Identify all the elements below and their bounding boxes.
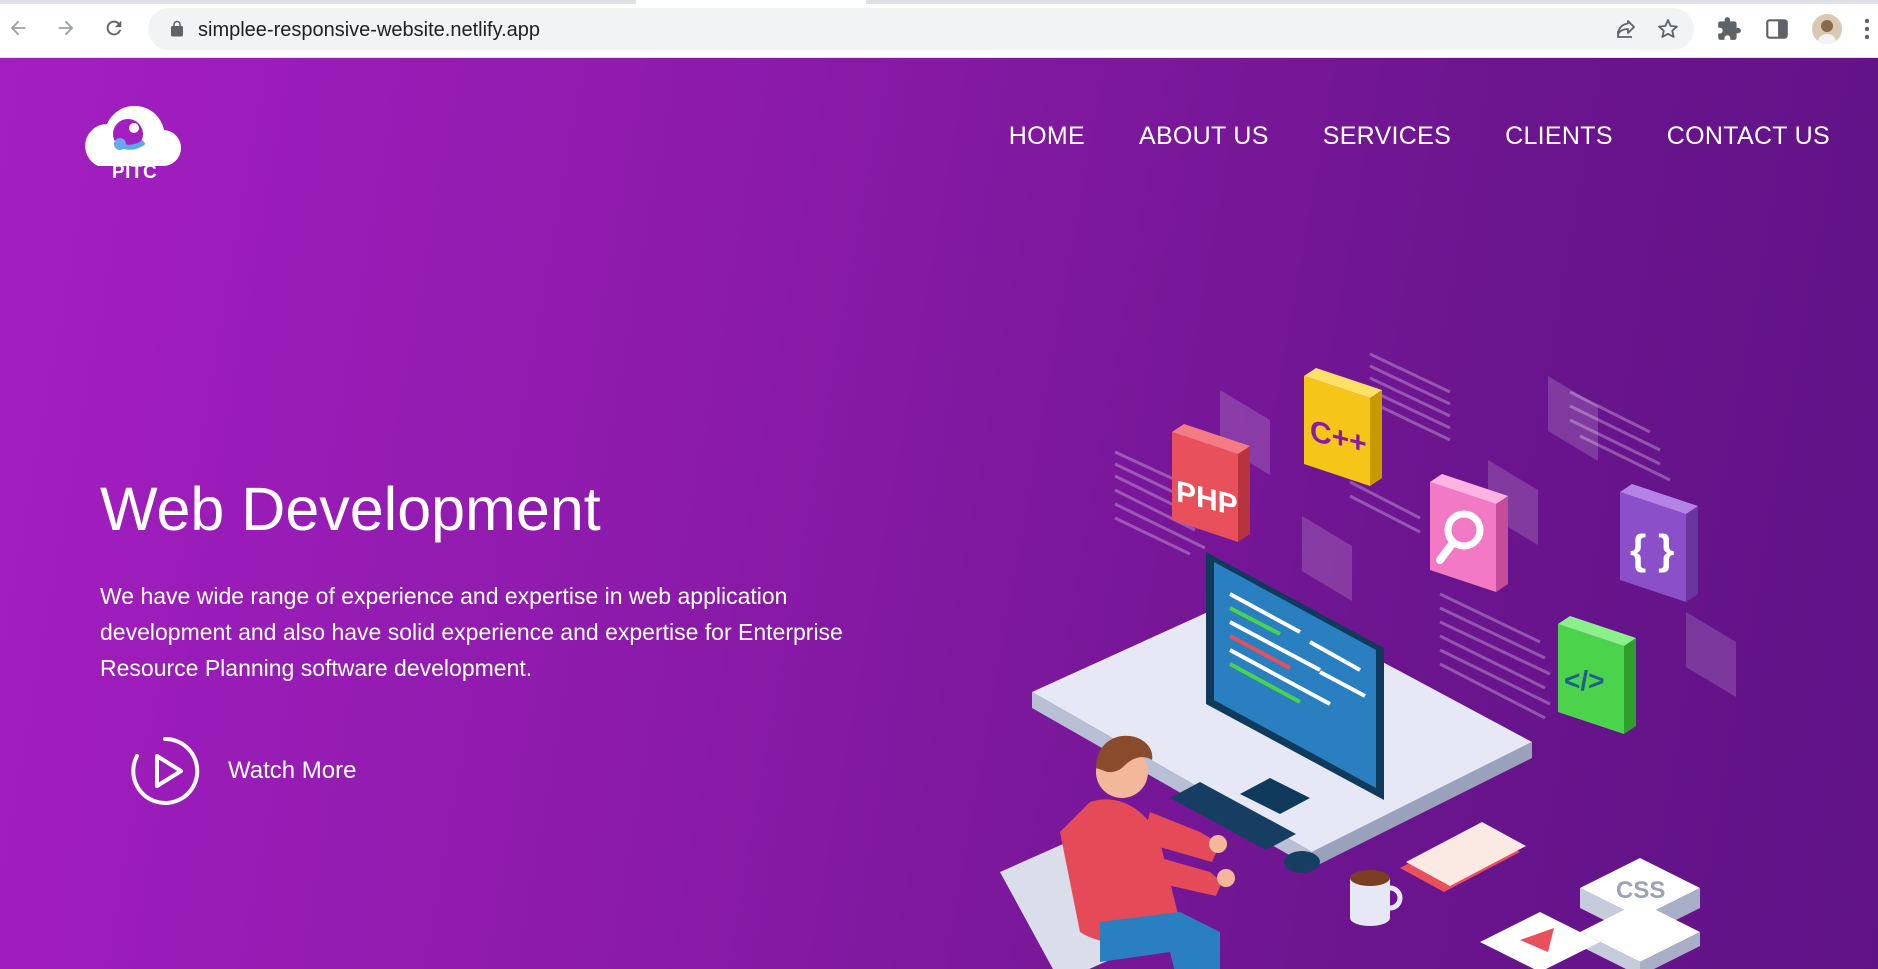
watch-more-label: Watch More xyxy=(228,757,357,784)
browser-toolbar: simplee-responsive-website.netlify.app xyxy=(0,0,1878,58)
mouse xyxy=(1284,851,1320,873)
play-circle-icon xyxy=(131,736,200,805)
profile-avatar[interactable] xyxy=(1812,14,1842,44)
braces-label: { } xyxy=(1630,526,1674,573)
extensions-puzzle-icon[interactable] xyxy=(1716,16,1742,42)
address-bar[interactable]: simplee-responsive-website.netlify.app xyxy=(148,8,1694,50)
url-text[interactable]: simplee-responsive-website.netlify.app xyxy=(198,19,540,42)
hero-title: Web Development xyxy=(100,475,601,543)
nav-about-us[interactable]: ABOUT US xyxy=(1139,122,1269,151)
arrow-right-icon xyxy=(58,20,74,36)
papers xyxy=(1400,822,1526,892)
main-nav: HOME ABOUT US SERVICES CLIENTS CONTACT U… xyxy=(1009,122,1830,151)
share-icon[interactable] xyxy=(1614,17,1638,41)
reload-icon xyxy=(106,20,122,36)
nav-contact-us[interactable]: CONTACT US xyxy=(1667,122,1830,151)
person-avatar-icon xyxy=(1817,20,1837,44)
hero-description: We have wide range of experience and exp… xyxy=(100,583,843,681)
nav-home[interactable]: HOME xyxy=(1009,122,1085,151)
css-label: CSS xyxy=(1616,877,1665,904)
nav-services[interactable]: SERVICES xyxy=(1323,122,1451,151)
braces-tile: { } xyxy=(1620,484,1698,602)
logo-text[interactable]: PITC xyxy=(112,162,157,184)
arrow-left-icon xyxy=(10,20,26,36)
hero-section: PITC HOME ABOUT US SERVICES CLIENTS CONT… xyxy=(0,58,1878,969)
back-button[interactable] xyxy=(4,14,32,42)
coffee-cup xyxy=(1350,870,1403,926)
code-tile: </> xyxy=(1558,616,1636,734)
active-tab[interactable] xyxy=(636,0,866,4)
nav-clients[interactable]: CLIENTS xyxy=(1505,122,1613,151)
cpp-tile: C++ xyxy=(1304,368,1382,486)
side-panel-icon[interactable] xyxy=(1764,16,1790,42)
bookmark-star-icon[interactable] xyxy=(1656,17,1680,41)
developer-illustration: PHP C++ { } </> CSS xyxy=(1000,352,1736,969)
more-menu-icon[interactable] xyxy=(1864,18,1870,40)
lock-icon[interactable] xyxy=(168,20,186,38)
forward-button[interactable] xyxy=(52,14,80,42)
code-label: </> xyxy=(1564,665,1604,696)
css-blocks: CSS xyxy=(1480,858,1700,969)
tab-strip xyxy=(0,0,1878,4)
reload-button[interactable] xyxy=(100,14,128,42)
watch-more-button[interactable]: Watch More xyxy=(130,736,356,806)
